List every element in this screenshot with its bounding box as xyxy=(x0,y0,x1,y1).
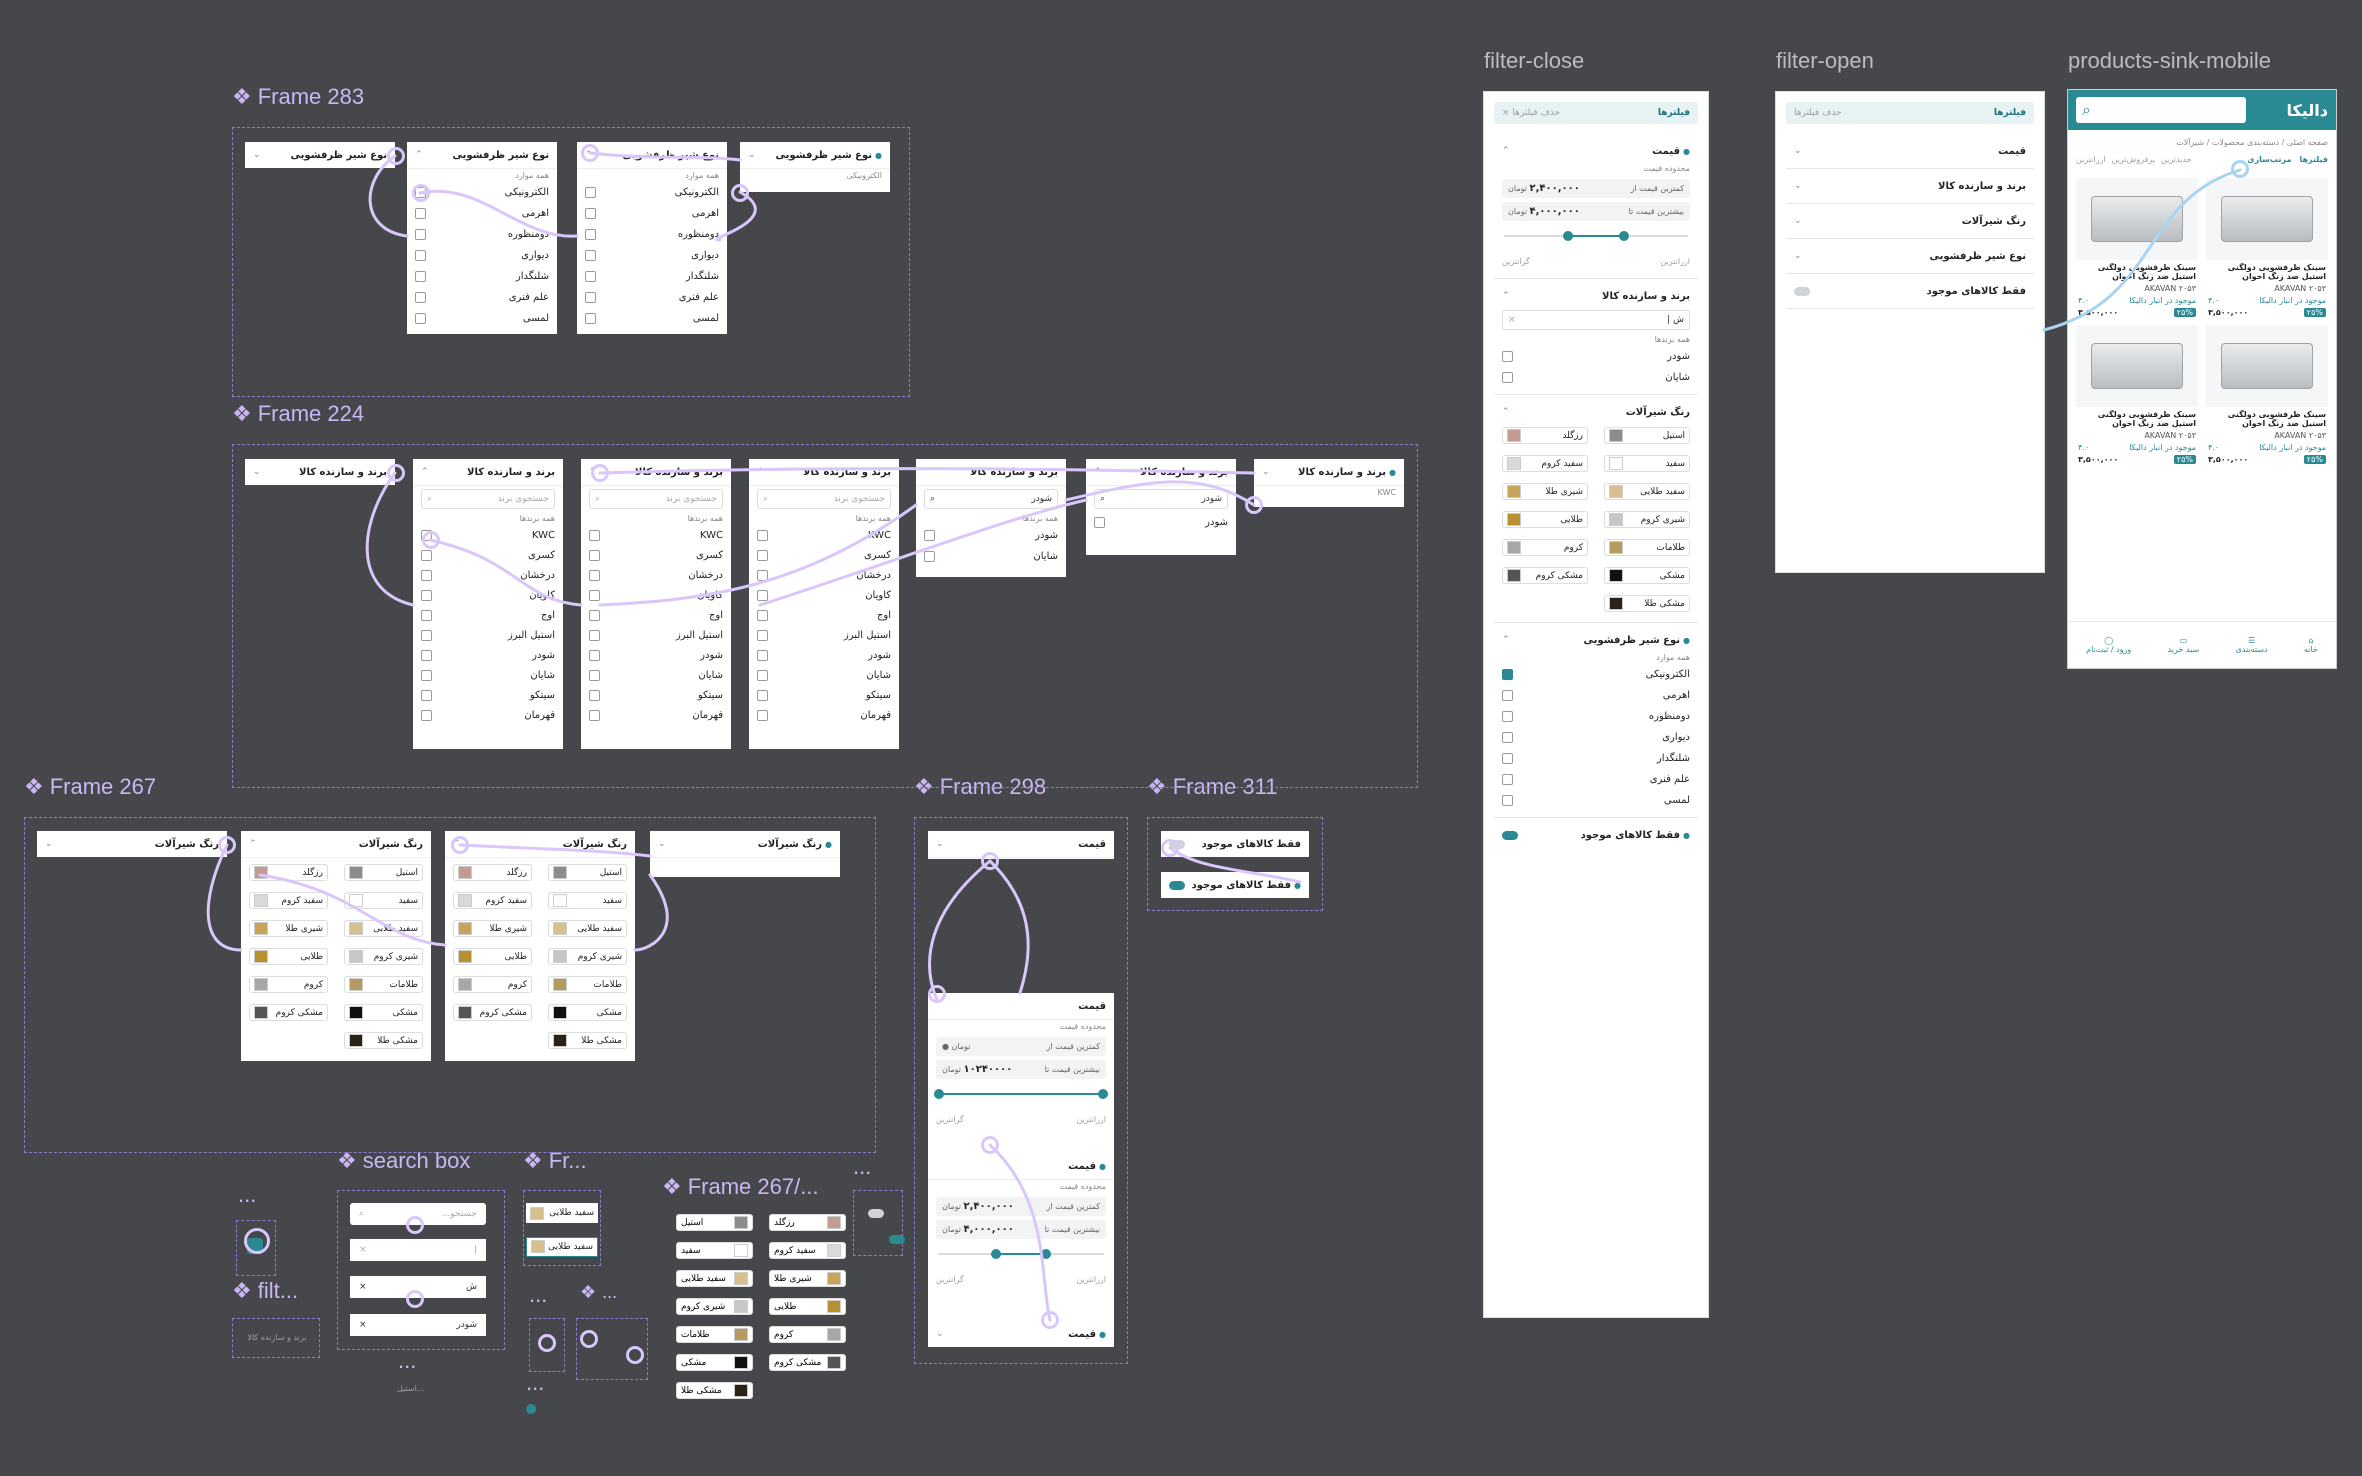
prototype-connectors xyxy=(206,151,2242,1322)
connector xyxy=(2042,168,2242,332)
connector-node xyxy=(387,464,405,482)
connector-node xyxy=(406,1216,424,1234)
connector-node xyxy=(538,1334,556,1352)
connector-node xyxy=(981,852,999,870)
connector xyxy=(988,859,1030,995)
connector-node xyxy=(928,985,946,1003)
connector xyxy=(418,189,579,238)
connector-node xyxy=(412,184,430,202)
connector xyxy=(1168,846,1302,884)
connector xyxy=(1064,480,1256,507)
connector xyxy=(928,859,992,1002)
connector xyxy=(206,843,243,952)
connector xyxy=(368,154,409,238)
connector xyxy=(633,873,669,952)
connector-node xyxy=(1041,1311,1059,1329)
connector xyxy=(988,1143,1052,1322)
connector-node xyxy=(406,1290,424,1308)
connector xyxy=(758,498,1088,607)
connector-node xyxy=(422,531,440,549)
connector-node xyxy=(1245,496,1263,514)
connector-node xyxy=(626,1346,644,1364)
connector-node xyxy=(244,1228,270,1254)
connector xyxy=(365,471,415,607)
connector-node xyxy=(451,836,469,854)
connector-node xyxy=(387,147,405,165)
connector-node xyxy=(981,1136,999,1154)
connector-node xyxy=(731,184,749,202)
connector xyxy=(258,873,447,947)
connector-node xyxy=(2231,160,2249,178)
connector-node xyxy=(581,144,599,162)
connector-node xyxy=(1161,839,1179,857)
connector-node xyxy=(218,836,236,854)
connector xyxy=(598,503,918,607)
connector xyxy=(428,538,583,607)
connector-node xyxy=(580,1330,598,1348)
connector xyxy=(598,467,1256,475)
connector xyxy=(588,151,742,162)
connector-node xyxy=(591,464,609,482)
connector xyxy=(458,843,652,858)
